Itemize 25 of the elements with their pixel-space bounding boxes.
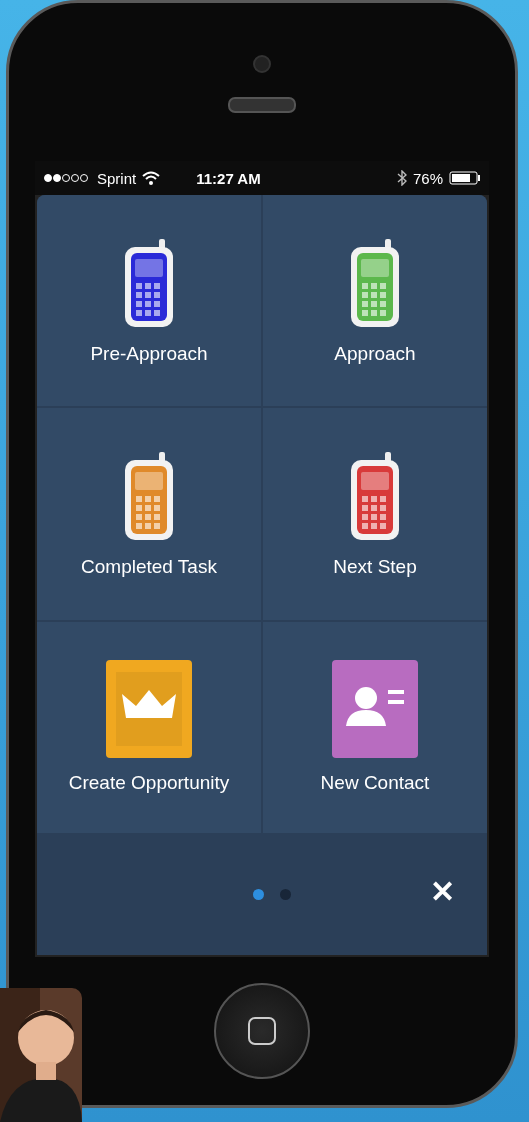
action-tile[interactable]: Create Opportunity [37, 621, 261, 833]
speaker-grille [228, 97, 296, 113]
tile-label: Pre-Approach [90, 342, 208, 365]
tile-label: Completed Task [81, 556, 217, 578]
action-tile[interactable]: Approach [263, 195, 487, 407]
tile-label: New Contact [320, 772, 430, 795]
carrier-name: Sprint [97, 169, 137, 187]
close-button[interactable]: ✕ [430, 877, 455, 907]
tile-label: Approach [334, 342, 416, 365]
tile-label: Create Opportunity [68, 772, 230, 795]
camera-lens [253, 55, 271, 73]
home-square-icon [247, 1016, 277, 1046]
page-indicator-dot[interactable] [280, 888, 291, 900]
tile-label: Next Step [333, 556, 417, 578]
battery-percentage: 76% [412, 169, 443, 187]
battery-icon [449, 171, 481, 185]
action-tile[interactable]: Next Step [263, 408, 487, 620]
action-tile[interactable]: Pre-Approach [37, 195, 261, 407]
signal-icon [43, 173, 91, 183]
wifi-icon [142, 171, 161, 185]
page-indicator-dot[interactable] [253, 888, 264, 900]
bluetooth-icon [396, 170, 407, 186]
action-tile[interactable]: New Contact [263, 621, 487, 833]
clock-time: 11:27 AM [196, 169, 261, 187]
action-tile[interactable]: Completed Task [37, 408, 261, 620]
